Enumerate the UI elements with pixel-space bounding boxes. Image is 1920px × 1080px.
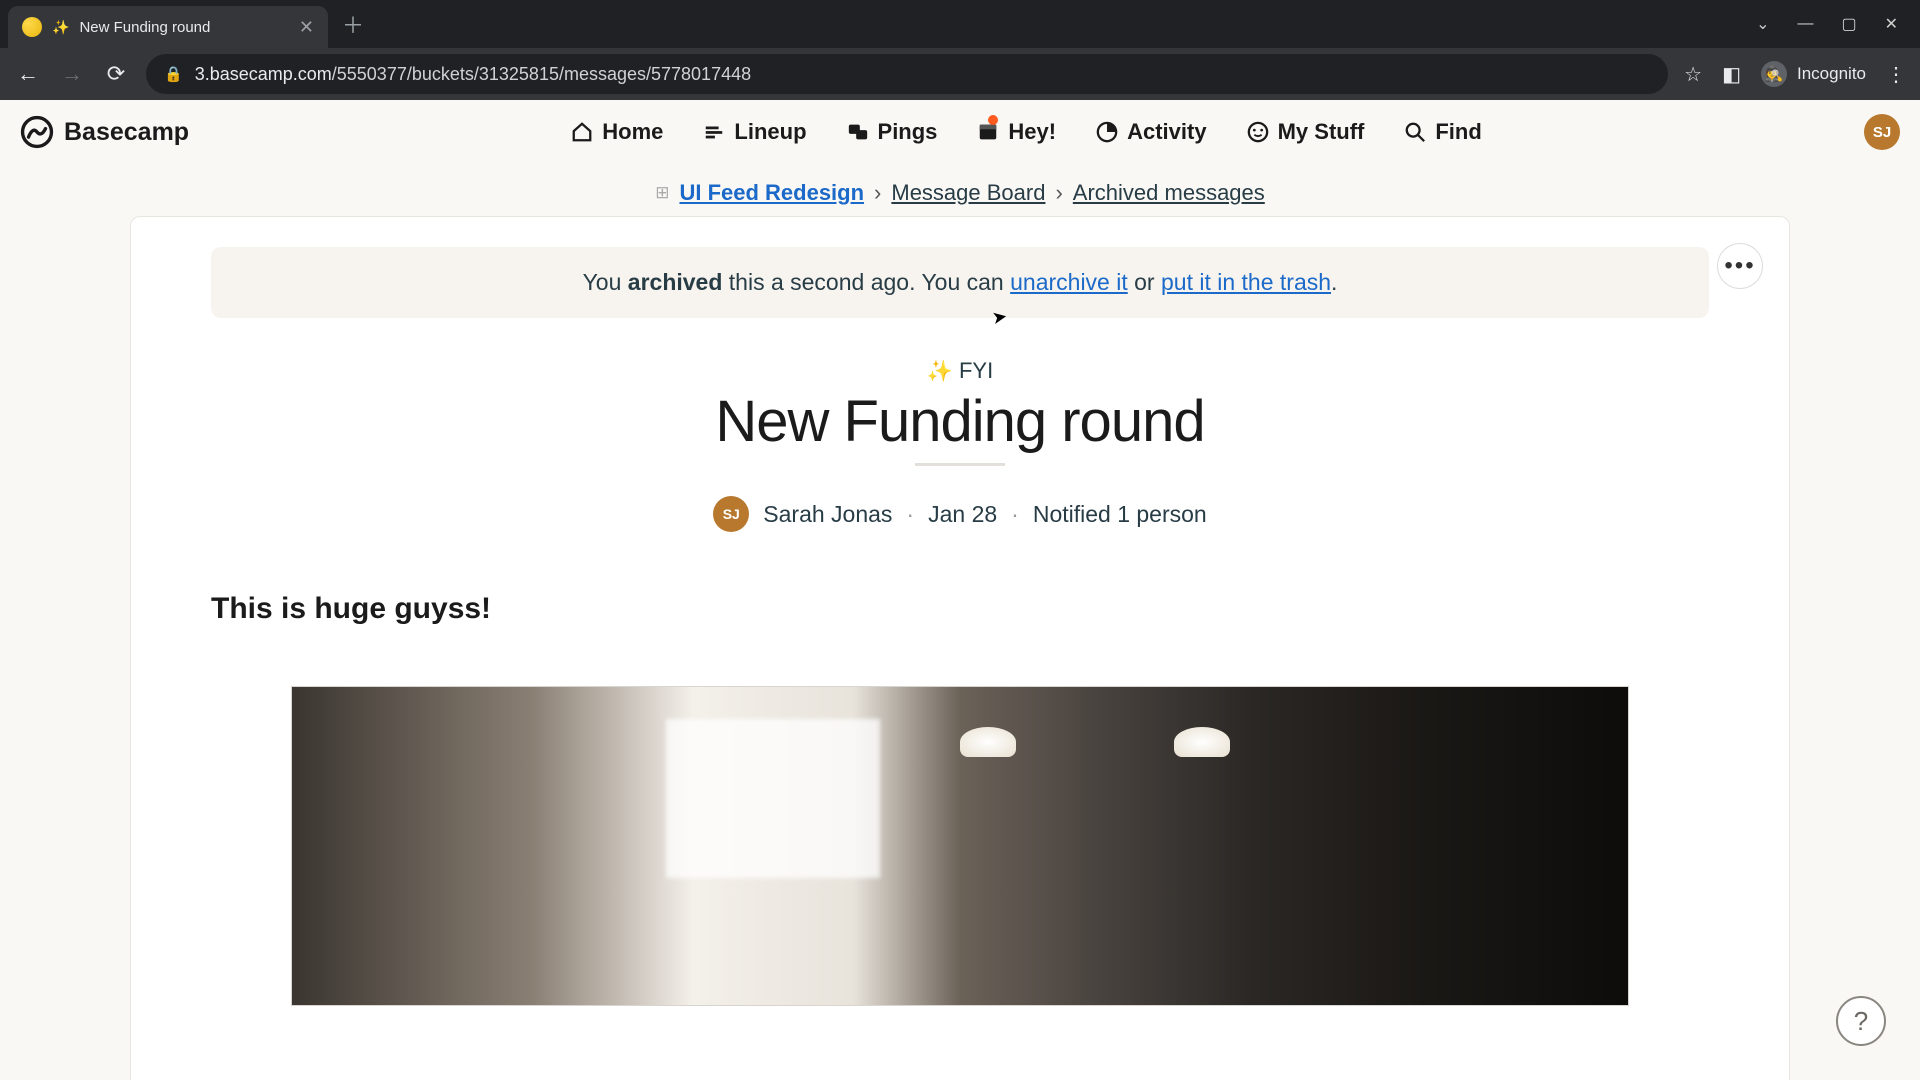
lineup-icon [703, 121, 725, 143]
address-bar: ← → ⟳ 🔒 3.basecamp.com/5550377/buckets/3… [0, 48, 1920, 100]
extensions-button[interactable]: ◧ [1722, 62, 1741, 87]
nav-activity[interactable]: Activity [1096, 119, 1206, 145]
logo-icon [20, 115, 54, 149]
window-controls: ⌄ — ▢ ✕ [1756, 14, 1912, 34]
nav-home[interactable]: Home [571, 119, 663, 145]
top-nav: Basecamp Home Lineup Pings Hey! Activity [0, 100, 1920, 164]
trash-link[interactable]: put it in the trash [1161, 269, 1331, 295]
more-options-button[interactable]: ••• [1717, 243, 1763, 289]
tab-search-button[interactable]: ⌄ [1756, 14, 1769, 34]
minimize-button[interactable]: — [1797, 15, 1813, 33]
unarchive-link[interactable]: unarchive it [1010, 269, 1128, 295]
breadcrumb-separator: › [874, 180, 881, 206]
breadcrumb-subsection[interactable]: Archived messages [1073, 180, 1265, 206]
breadcrumb: ⊞ UI Feed Redesign › Message Board › Arc… [0, 164, 1920, 216]
page-content: Basecamp Home Lineup Pings Hey! Activity [0, 100, 1920, 1080]
incognito-label: Incognito [1797, 64, 1866, 84]
pings-icon [847, 121, 869, 143]
archive-banner: You archived this a second ago. You can … [211, 247, 1709, 318]
message-card: ••• You archived this a second ago. You … [130, 216, 1790, 1080]
close-window-button[interactable]: ✕ [1885, 14, 1898, 34]
lamp-decoration [960, 727, 1016, 757]
bookmark-button[interactable]: ☆ [1684, 62, 1702, 87]
author-name[interactable]: Sarah Jonas [763, 501, 892, 528]
forward-button[interactable]: → [58, 61, 86, 87]
tab-close-button[interactable]: ✕ [299, 17, 314, 38]
nav-hey[interactable]: Hey! [977, 119, 1056, 145]
message-date: Jan 28 [928, 501, 997, 528]
category-emoji-icon: ✨ [927, 360, 953, 383]
attachment-image [292, 687, 1628, 1005]
nav-items: Home Lineup Pings Hey! Activity My Stuff [571, 119, 1482, 145]
nav-find[interactable]: Find [1404, 119, 1481, 145]
url-field[interactable]: 🔒 3.basecamp.com/5550377/buckets/3132581… [146, 54, 1668, 94]
breadcrumb-separator: › [1055, 180, 1062, 206]
grid-icon[interactable]: ⊞ [655, 183, 669, 203]
browser-menu-button[interactable]: ⋮ [1886, 62, 1906, 87]
nav-pings[interactable]: Pings [847, 119, 938, 145]
author-avatar[interactable]: SJ [713, 496, 749, 532]
nav-mystuff[interactable]: My Stuff [1247, 119, 1365, 145]
message-notified: Notified 1 person [1033, 501, 1207, 528]
maximize-button[interactable]: ▢ [1841, 14, 1856, 34]
sparkle-icon: ✨ [52, 19, 69, 36]
message-category: ✨FYI [131, 358, 1789, 384]
hey-icon [977, 121, 999, 143]
url-text: 3.basecamp.com/5550377/buckets/31325815/… [195, 64, 751, 85]
lock-icon: 🔒 [164, 65, 183, 83]
message-attachment[interactable] [291, 686, 1629, 1006]
logo[interactable]: Basecamp [20, 115, 189, 149]
back-button[interactable]: ← [14, 61, 42, 87]
lamp-decoration [1174, 727, 1230, 757]
home-icon [571, 121, 593, 143]
reload-button[interactable]: ⟳ [102, 61, 130, 87]
tab-title: New Funding round [79, 19, 288, 36]
message-byline: SJ Sarah Jonas · Jan 28 · Notified 1 per… [131, 496, 1789, 532]
mystuff-icon [1247, 121, 1269, 143]
nav-lineup[interactable]: Lineup [703, 119, 806, 145]
new-tab-button[interactable]: ＋ [342, 8, 364, 40]
breadcrumb-section[interactable]: Message Board [891, 180, 1045, 206]
title-underline [915, 463, 1005, 466]
incognito-icon: 🕵 [1761, 61, 1787, 87]
browser-tab[interactable]: ✨ New Funding round ✕ [8, 6, 328, 48]
favicon-icon [22, 17, 42, 37]
help-button[interactable]: ? [1836, 996, 1886, 1046]
user-avatar[interactable]: SJ [1864, 114, 1900, 150]
logo-text: Basecamp [64, 118, 189, 147]
incognito-badge[interactable]: 🕵 Incognito [1761, 61, 1866, 87]
activity-icon [1096, 121, 1118, 143]
address-bar-right: ☆ ◧ 🕵 Incognito ⋮ [1684, 61, 1906, 87]
message-body: This is huge guyss! [131, 592, 1789, 626]
search-icon [1404, 121, 1426, 143]
breadcrumb-project[interactable]: UI Feed Redesign [679, 180, 864, 206]
message-title: New Funding round [131, 388, 1789, 455]
tab-bar: ✨ New Funding round ✕ ＋ ⌄ — ▢ ✕ [0, 0, 1920, 48]
browser-chrome: ✨ New Funding round ✕ ＋ ⌄ — ▢ ✕ ← → ⟳ 🔒 … [0, 0, 1920, 100]
